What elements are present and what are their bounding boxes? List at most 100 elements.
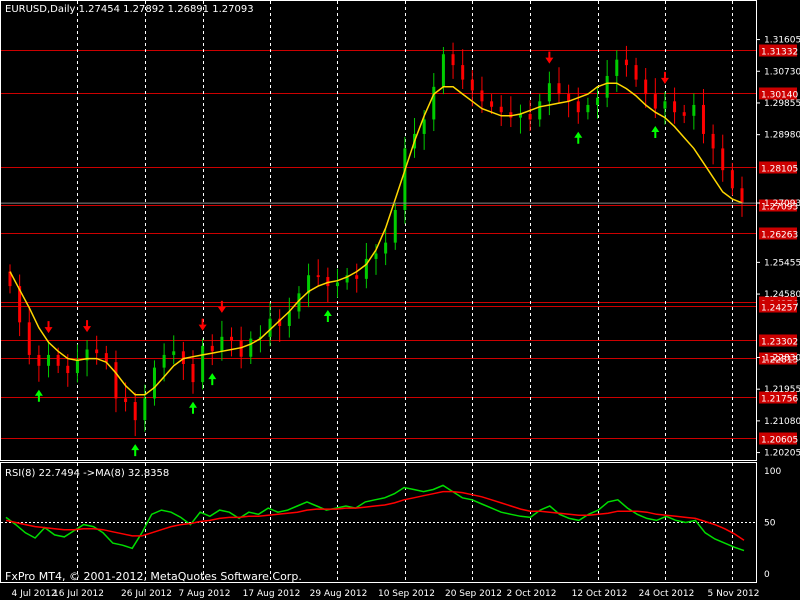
candle-body: [596, 97, 600, 105]
price-axis-label: 1.22830: [764, 353, 800, 363]
candle-body: [66, 365, 70, 374]
price-axis-label: 1.21955: [764, 385, 800, 395]
level-label: 1.21756: [761, 395, 798, 405]
level-label: 1.20605: [761, 436, 798, 446]
candle-body: [653, 94, 657, 109]
candle-body: [47, 354, 51, 366]
candle-body: [162, 354, 166, 368]
sell-arrow-icon: [198, 318, 207, 331]
candle-body: [432, 86, 436, 120]
chart-canvas: 1.313321.301401.281051.270931.262631.243…: [0, 0, 800, 599]
price-axis-label: 1.21080: [764, 417, 800, 427]
candle-body: [528, 114, 532, 120]
candle-body: [721, 148, 725, 171]
date-axis-label: 29 Aug 2012: [310, 589, 368, 599]
date-axis-label: 2 Oct 2012: [507, 589, 557, 599]
candle-body: [499, 106, 503, 113]
candle-body: [210, 345, 214, 352]
candle-body: [730, 170, 734, 189]
date-axis-label: 17 Aug 2012: [243, 589, 301, 599]
chart-title: EURUSD,Daily 1.27454 1.27892 1.26891 1.2…: [5, 4, 254, 15]
date-axis-label: 12 Oct 2012: [572, 589, 628, 599]
candle-body: [335, 282, 339, 287]
candle-body: [384, 242, 388, 254]
rsi-axis-label: 100: [764, 467, 781, 477]
candle-body: [461, 65, 465, 80]
date-axis-label: 24 Oct 2012: [639, 589, 695, 599]
rsi-title: RSI(8) 22.7494 ->MA(8) 32.8358: [5, 468, 170, 479]
sell-arrow-icon: [44, 321, 53, 334]
candle-body: [441, 54, 445, 87]
date-axis-label: 20 Sep 2012: [445, 589, 502, 599]
buy-arrow-icon: [651, 125, 660, 138]
price-axis-label: 1.24580: [764, 290, 800, 300]
candle-body: [673, 101, 677, 113]
candle-body: [451, 54, 455, 66]
price-axis-label: 1.20205: [764, 449, 800, 459]
rsi-ma-line: [5, 490, 745, 541]
buy-arrow-icon: [208, 373, 217, 386]
candle-body: [27, 322, 31, 355]
candle-body: [615, 59, 619, 76]
candle-body: [422, 119, 426, 134]
level-label: 1.28105: [761, 165, 798, 175]
candle-body: [576, 101, 580, 113]
buy-arrow-icon: [34, 389, 43, 402]
date-axis-label: 16 Jul 2012: [53, 589, 104, 599]
candle-body: [143, 398, 147, 421]
candle-body: [701, 104, 705, 134]
candle-body: [75, 360, 79, 374]
level-label: 1.24257: [761, 304, 798, 314]
rsi-axis-label: 0: [764, 570, 770, 580]
price-panel: 1.313321.301401.281051.270931.262631.243…: [0, 0, 800, 599]
candle-body: [230, 336, 234, 341]
rsi-panel: 100 50 0: [0, 462, 781, 583]
candle-body: [538, 101, 542, 120]
level-label: 1.31332: [761, 48, 798, 58]
candle-body: [124, 398, 128, 403]
buy-arrow-icon: [574, 131, 583, 144]
candle-body: [114, 362, 118, 399]
candle-body: [220, 336, 224, 352]
candle-body: [711, 133, 715, 149]
rsi-line: [5, 484, 745, 552]
copyright-text: FxPro MT4, © 2001-2012, MetaQuotes Softw…: [5, 570, 302, 583]
price-panel-border: [0, 0, 757, 461]
candle-body: [133, 402, 137, 421]
price-axis-label: 1.31605: [764, 36, 800, 46]
candle-body: [403, 148, 407, 211]
candle-body: [490, 101, 494, 107]
buy-arrow-icon: [189, 401, 197, 414]
date-axis-label: 26 Jul 2012: [121, 589, 172, 599]
price-axis-label: 1.25455: [764, 258, 800, 268]
level-label: 1.26263: [761, 231, 798, 241]
buy-arrow-icon: [131, 444, 140, 457]
candle-body: [634, 65, 638, 80]
candle-body: [393, 210, 397, 243]
candle-body: [316, 275, 320, 278]
candle-body: [586, 104, 590, 113]
candle-body: [37, 354, 41, 366]
date-axis-label: 10 Sep 2012: [378, 589, 435, 599]
candle-body: [605, 75, 609, 98]
candle-body: [104, 353, 108, 363]
price-axis-label: 1.30730: [764, 67, 800, 77]
candle-body: [374, 253, 378, 259]
buy-arrow-icon: [323, 310, 332, 323]
candle-body: [692, 104, 696, 116]
level-label: 1.23302: [761, 338, 798, 348]
candle-body: [249, 338, 253, 357]
candle-body: [470, 79, 474, 91]
candle-body: [480, 90, 484, 102]
candle-body: [740, 188, 744, 204]
price-axis-label: 1.29855: [764, 99, 800, 109]
candle-body: [663, 101, 667, 109]
sell-arrow-icon: [83, 320, 92, 333]
candle-body: [201, 345, 205, 383]
sell-arrow-icon: [545, 51, 554, 64]
candle-body: [682, 112, 686, 116]
date-axis-label: 4 Jul 2012: [12, 589, 57, 599]
candle-body: [557, 83, 561, 95]
candle-body: [624, 59, 628, 66]
candle-body: [355, 275, 359, 279]
